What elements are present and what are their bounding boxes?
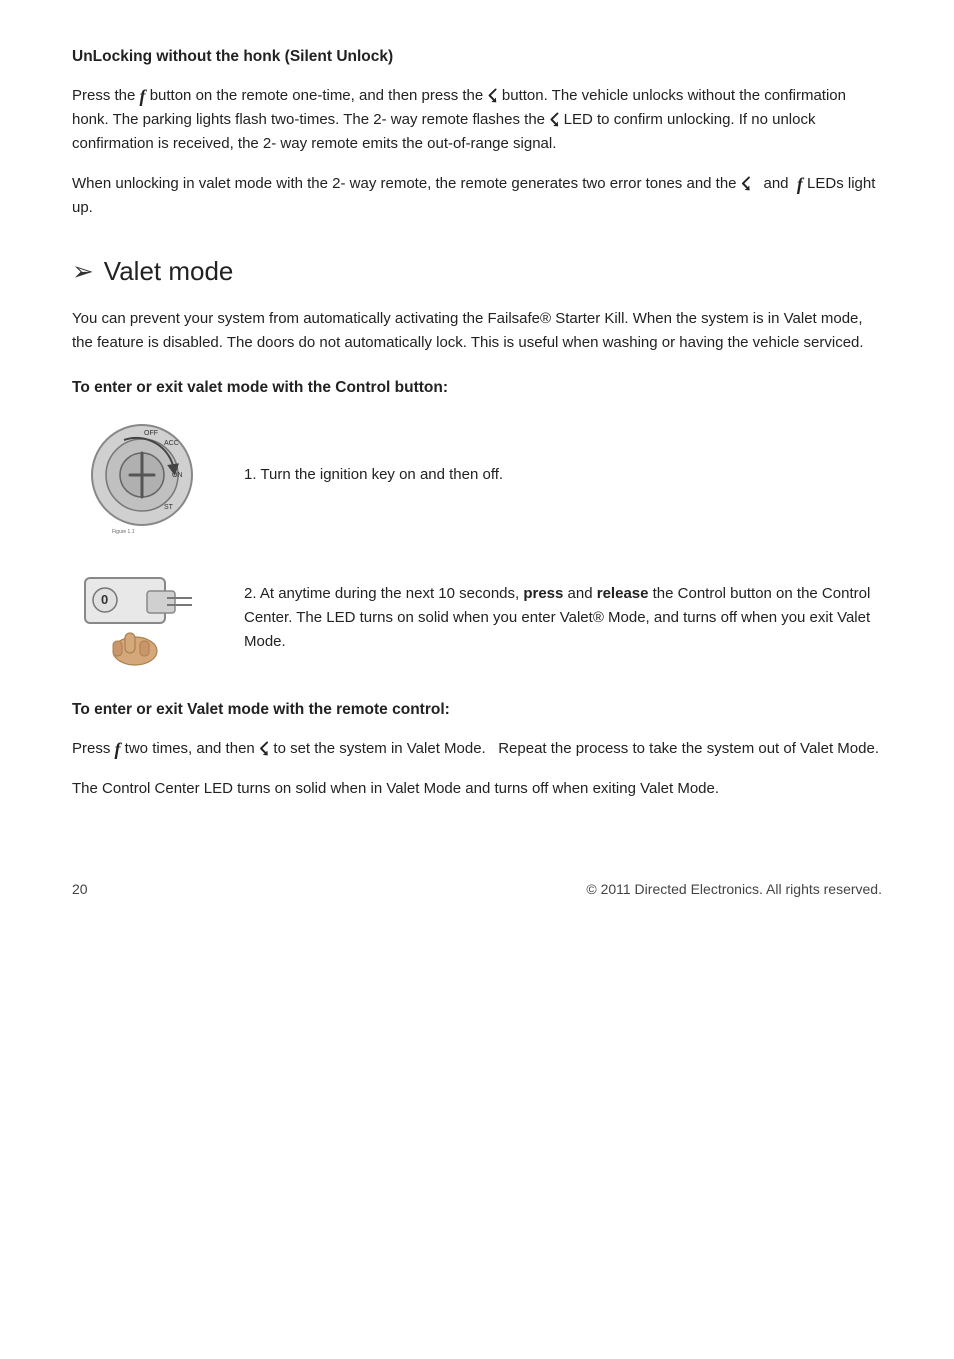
step1-text: 1. Turn the ignition key on and then off… [244,463,882,487]
svg-text:ON: ON [172,472,183,479]
step2-text: 2. At anytime during the next 10 seconds… [244,582,882,654]
para-remote-2: The Control Center LED turns on solid wh… [72,777,882,801]
arrow-icon: ➢ [72,256,94,287]
svg-text:ST: ST [164,504,174,511]
section-heading-unlocking: UnLocking without the honk (Silent Unloc… [72,48,882,66]
para-unlocking-2: When unlocking in valet mode with the 2-… [72,172,882,220]
icon-f-inline: f [797,175,803,193]
ignition-diagram: OFF ACC ON ST Figure 1.1 [72,415,212,535]
icon-f-button: f [140,87,146,105]
chapter-heading-valet: ➢ Valet mode [72,256,882,287]
icon-s-inline: ☇ [741,175,751,193]
para-valet-intro: You can prevent your system from automat… [72,307,882,355]
chapter-title: Valet mode [104,256,234,287]
control-center-diagram: 0 [72,563,212,673]
step1-row: OFF ACC ON ST Figure 1.1 1. Turn the ign… [72,415,882,535]
svg-text:Figure 1.1: Figure 1.1 [112,529,135,535]
page-footer: 20 © 2011 Directed Electronics. All righ… [72,881,882,897]
subheading-remote: To enter or exit Valet mode with the rem… [72,701,882,719]
icon-s-button-2: ☇ [549,111,559,129]
page-number: 20 [72,881,88,897]
svg-text:OFF: OFF [144,430,158,437]
step2-number: 2. At anytime during the next 10 seconds… [244,585,523,602]
remote-text-2: to set the system in Valet Mode. Repeat … [269,740,879,757]
subheading-control-button: To enter or exit valet mode with the Con… [72,379,882,397]
step2-and: and [563,585,596,602]
step2-release: release [597,585,649,602]
para-unlocking-1: Press the f button on the remote one-tim… [72,84,882,156]
step2-press: press [523,585,563,602]
section-valet-mode: ➢ Valet mode You can prevent your system… [72,256,882,801]
icon-s-button-1: ☇ [487,87,497,105]
step2-row: 0 2. At anytime during the n [72,563,882,673]
icon-s-remote: ☇ [259,740,269,758]
press-label: Press [72,740,115,757]
section-unlocking: UnLocking without the honk (Silent Unloc… [72,48,882,220]
remote-text-1: two times, and then [121,740,259,757]
copyright-text: © 2011 Directed Electronics. All rights … [586,881,882,897]
svg-text:ACC: ACC [164,440,179,447]
svg-text:0: 0 [101,592,108,607]
para-remote-1: Press f two times, and then ☇ to set the… [72,737,882,761]
